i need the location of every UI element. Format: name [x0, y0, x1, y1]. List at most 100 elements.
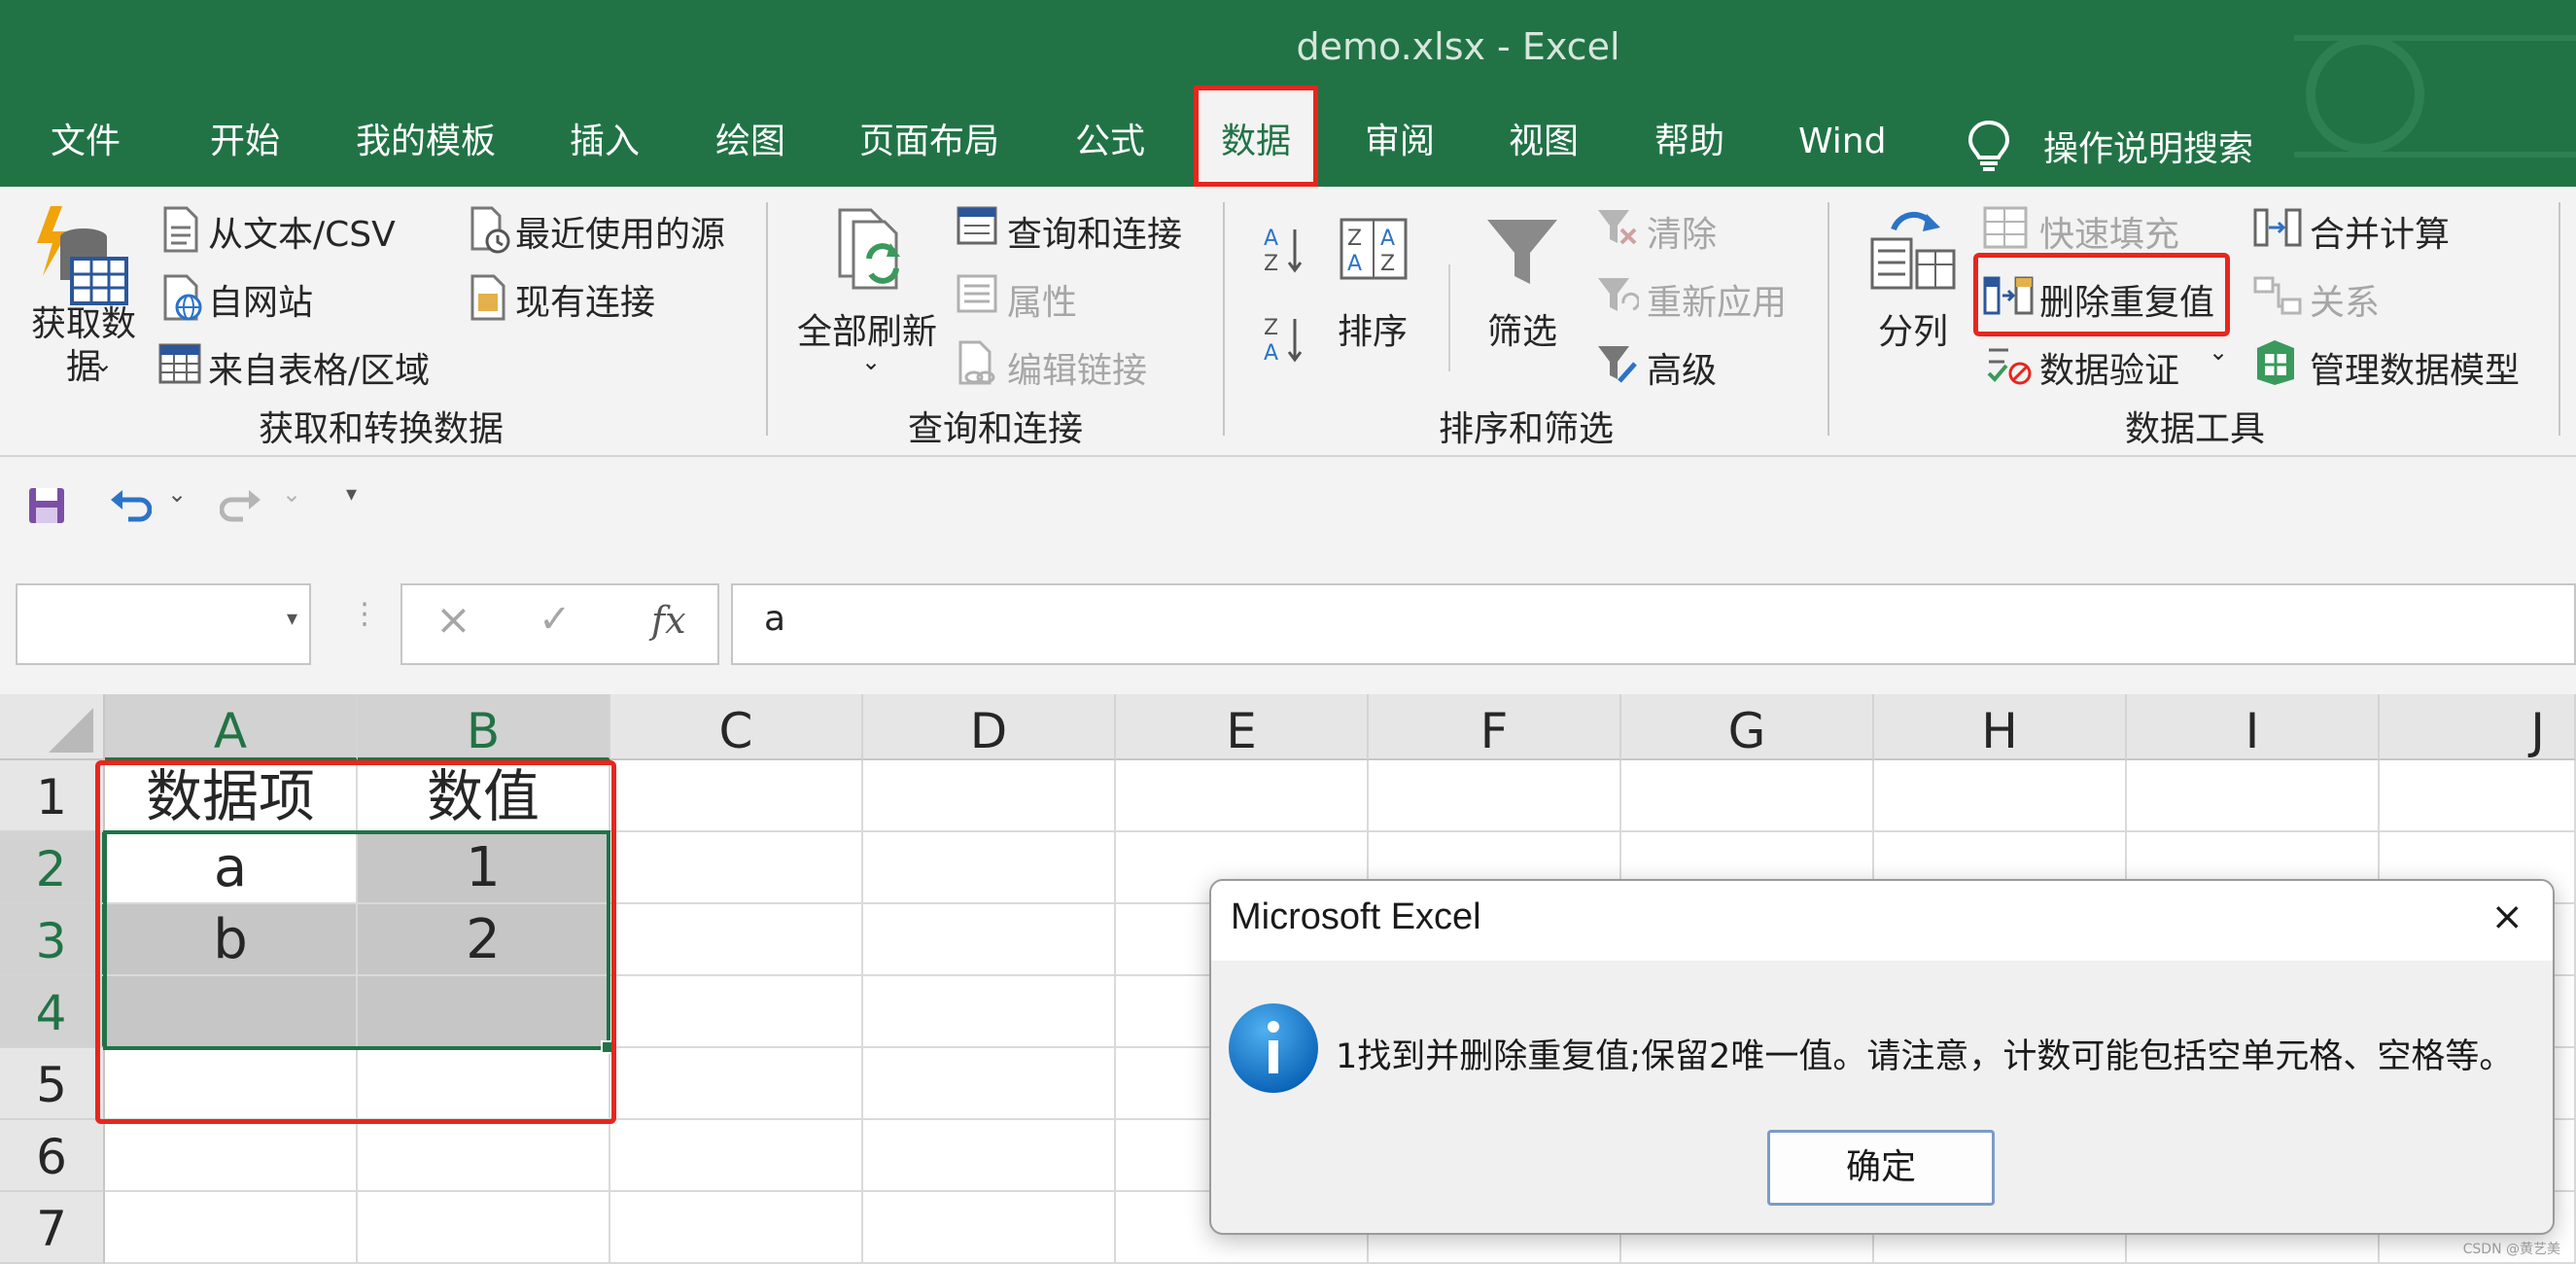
formula-input[interactable]: a — [731, 583, 2576, 665]
column-header-d[interactable]: D — [863, 694, 1116, 760]
row-header-5[interactable]: 5 — [0, 1048, 105, 1120]
tab-insert[interactable]: 插入 — [570, 109, 640, 187]
cell-c1[interactable] — [610, 760, 863, 832]
cell-d2[interactable] — [863, 832, 1116, 904]
properties-button[interactable]: 属性 — [1007, 274, 1077, 325]
name-box-dropdown-icon[interactable]: ▾ — [287, 607, 297, 631]
cell-c7[interactable] — [610, 1192, 863, 1264]
web-page-icon — [161, 274, 204, 325]
properties-icon — [957, 274, 997, 317]
undo-dropdown-icon[interactable]: ⌄ — [167, 480, 187, 508]
cell-j1[interactable] — [2380, 760, 2576, 832]
decor-line — [2294, 152, 2576, 158]
cell-d7[interactable] — [863, 1192, 1116, 1264]
cancel-icon[interactable]: × — [435, 595, 471, 645]
reapply-button[interactable]: 重新应用 — [1647, 274, 1787, 325]
tab-home[interactable]: 开始 — [210, 109, 280, 187]
tab-my-templates[interactable]: 我的模板 — [356, 109, 496, 187]
ribbon: 获取数 据 ⌄ 从文本/CSV 自网站 来自表格/区域 最近使用的源 现有连接 … — [0, 187, 2576, 457]
insert-function-button[interactable]: fx — [651, 599, 686, 642]
sort-a-to-z-icon: AZ — [1262, 222, 1305, 284]
column-header-h[interactable]: H — [1874, 694, 2127, 760]
row-header-4[interactable]: 4 — [0, 976, 105, 1048]
from-web-button[interactable]: 自网站 — [208, 274, 313, 325]
cell-a7[interactable] — [105, 1192, 358, 1264]
cell-c5[interactable] — [610, 1048, 863, 1120]
formula-bar: ▾ ⋮ × ✓ fx a — [0, 554, 2576, 694]
cell-h1[interactable] — [1874, 760, 2127, 832]
svg-text:A: A — [1347, 252, 1362, 276]
cell-d5[interactable] — [863, 1048, 1116, 1120]
cell-c4[interactable] — [610, 976, 863, 1048]
text-to-columns-button[interactable]: 分列 — [1878, 303, 1948, 354]
cell-d1[interactable] — [863, 760, 1116, 832]
advanced-button[interactable]: 高级 — [1647, 342, 1717, 393]
tab-draw[interactable]: 绘图 — [715, 109, 785, 187]
vertical-dots-icon[interactable]: ⋮ — [350, 597, 379, 631]
chevron-down-icon: ⌄ — [861, 348, 882, 375]
edit-links-button[interactable]: 编辑链接 — [1007, 342, 1147, 393]
cell-d6[interactable] — [863, 1120, 1116, 1192]
cell-e1[interactable] — [1116, 760, 1369, 832]
tab-formulas[interactable]: 公式 — [1075, 109, 1145, 187]
from-text-csv-button[interactable]: 从文本/CSV — [208, 206, 396, 257]
cell-c2[interactable] — [610, 832, 863, 904]
tab-review[interactable]: 审阅 — [1365, 109, 1435, 187]
select-all-button[interactable] — [0, 694, 105, 760]
tab-help[interactable]: 帮助 — [1654, 109, 1724, 187]
cell-a6[interactable] — [105, 1120, 358, 1192]
row-header-7[interactable]: 7 — [0, 1192, 105, 1264]
cell-d4[interactable] — [863, 976, 1116, 1048]
column-header-b[interactable]: B — [358, 694, 610, 760]
column-header-g[interactable]: G — [1621, 694, 1874, 760]
customize-toolbar-icon[interactable]: ▾ — [346, 482, 357, 507]
row-header-2[interactable]: 2 — [0, 832, 105, 904]
save-icon[interactable] — [27, 486, 66, 529]
filter-button[interactable]: 筛选 — [1487, 303, 1557, 354]
row-header-1[interactable]: 1 — [0, 760, 105, 832]
relationships-button[interactable]: 关系 — [2310, 274, 2380, 325]
tab-data[interactable]: 数据 — [1194, 86, 1318, 187]
undo-icon[interactable] — [109, 486, 153, 529]
cell-f1[interactable] — [1369, 760, 1621, 832]
tab-view[interactable]: 视图 — [1509, 109, 1579, 187]
svg-text:A: A — [1380, 227, 1395, 251]
dialog-close-button[interactable]: × — [2490, 895, 2524, 939]
sort-button[interactable]: 排序 — [1338, 303, 1408, 354]
column-header-i[interactable]: I — [2127, 694, 2380, 760]
cell-c3[interactable] — [610, 904, 863, 976]
cell-b6[interactable] — [358, 1120, 610, 1192]
manage-data-model-button[interactable]: 管理数据模型 — [2310, 342, 2520, 393]
row-header-3[interactable]: 3 — [0, 904, 105, 976]
ok-button[interactable]: 确定 — [1767, 1130, 1995, 1206]
refresh-all-button[interactable]: 全部刷新 — [797, 303, 937, 354]
recent-sources-button[interactable]: 最近使用的源 — [515, 206, 725, 257]
flash-fill-button[interactable]: 快速填充 — [2039, 206, 2179, 257]
existing-connections-button[interactable]: 现有连接 — [515, 274, 655, 325]
get-data-button[interactable]: 获取数 据 — [31, 303, 136, 389]
tab-wind[interactable]: Wind — [1798, 109, 1886, 187]
name-box[interactable]: ▾ — [16, 583, 311, 665]
clear-button[interactable]: 清除 — [1647, 206, 1717, 257]
column-header-f[interactable]: F — [1369, 694, 1621, 760]
column-header-e[interactable]: E — [1116, 694, 1369, 760]
group-separator — [1223, 202, 1225, 436]
column-header-c[interactable]: C — [610, 694, 863, 760]
reapply-icon — [1596, 274, 1641, 321]
from-table-range-button[interactable]: 来自表格/区域 — [208, 342, 430, 393]
column-header-a[interactable]: A — [105, 694, 358, 760]
row-header-6[interactable]: 6 — [0, 1120, 105, 1192]
cell-b7[interactable] — [358, 1192, 610, 1264]
column-header-j[interactable]: J — [2380, 694, 2576, 760]
cell-c6[interactable] — [610, 1120, 863, 1192]
tab-page-layout[interactable]: 页面布局 — [859, 109, 999, 187]
enter-check-icon[interactable]: ✓ — [539, 597, 572, 642]
queries-connections-button[interactable]: 查询和连接 — [1007, 206, 1182, 257]
chevron-down-icon[interactable]: ⌄ — [2209, 338, 2228, 366]
cell-i1[interactable] — [2127, 760, 2380, 832]
cell-g1[interactable] — [1621, 760, 1874, 832]
cell-d3[interactable] — [863, 904, 1116, 976]
tab-file[interactable]: 文件 — [51, 109, 121, 187]
data-validation-button[interactable]: 数据验证 — [2039, 342, 2179, 393]
consolidate-button[interactable]: 合并计算 — [2310, 206, 2450, 257]
